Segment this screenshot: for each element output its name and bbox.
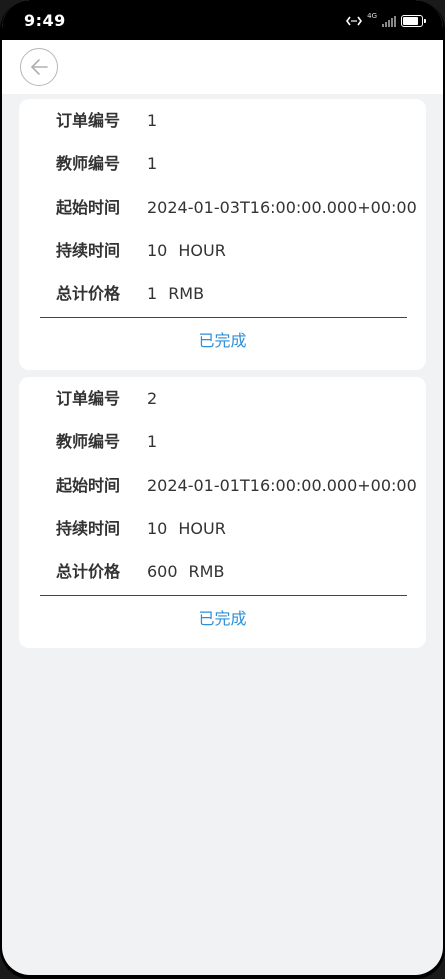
phone-frame: 9:49 4G 订单编号 1 教师编号 1 起始时间 2024-01-03T16…	[0, 0, 445, 979]
status-bar: 9:49 4G	[2, 0, 443, 40]
start-time-label: 起始时间	[56, 198, 121, 217]
duration-amount: 10	[147, 241, 168, 260]
order-id-label: 订单编号	[56, 389, 121, 408]
status-icons: 4G	[346, 12, 426, 30]
price-value: 600 RMB	[147, 557, 224, 587]
duration-value: 10 HOUR	[147, 514, 226, 544]
back-button[interactable]	[20, 48, 58, 86]
screen: 9:49 4G 订单编号 1 教师编号 1 起始时间 2024-01-03T16…	[2, 0, 443, 975]
price-unit: RMB	[188, 562, 225, 581]
price-value: 1 RMB	[147, 279, 204, 309]
duration-unit: HOUR	[178, 241, 226, 260]
price-unit: RMB	[168, 284, 205, 303]
teacher-id-value: 1	[147, 154, 158, 173]
price-label: 总计价格	[56, 562, 121, 581]
order-status-button[interactable]: 已完成	[19, 605, 426, 629]
order-card: 订单编号 1 教师编号 1 起始时间 2024-01-03T16:00:00.0…	[19, 99, 426, 370]
duration-amount: 10	[147, 519, 168, 538]
divider	[40, 317, 407, 318]
battery-level	[403, 17, 419, 25]
teacher-id-value: 1	[147, 432, 158, 451]
data-transfer-icon	[346, 16, 363, 26]
duration-label: 持续时间	[56, 241, 121, 260]
order-id-label: 订单编号	[56, 111, 121, 130]
signal-icon	[382, 15, 396, 27]
start-time-label: 起始时间	[56, 476, 121, 495]
teacher-id-label: 教师编号	[56, 432, 121, 451]
order-card: 订单编号 2 教师编号 1 起始时间 2024-01-01T16:00:00.0…	[19, 377, 426, 648]
network-type: 4G	[367, 12, 377, 20]
order-status-button[interactable]: 已完成	[19, 327, 426, 351]
start-time-value: 2024-01-03T16:00:00.000+00:00	[147, 198, 417, 217]
header	[2, 40, 443, 94]
duration-value: 10 HOUR	[147, 236, 226, 266]
teacher-id-label: 教师编号	[56, 154, 121, 173]
start-time-value: 2024-01-01T16:00:00.000+00:00	[147, 476, 417, 495]
duration-label: 持续时间	[56, 519, 121, 538]
order-id-value: 1	[147, 111, 158, 130]
order-id-value: 2	[147, 389, 158, 408]
duration-unit: HOUR	[178, 519, 226, 538]
battery-icon	[401, 15, 426, 27]
price-amount: 1	[147, 284, 158, 303]
arrow-left-circle-icon	[31, 59, 48, 75]
price-amount: 600	[147, 562, 178, 581]
status-time: 9:49	[24, 11, 66, 30]
price-label: 总计价格	[56, 284, 121, 303]
divider	[40, 595, 407, 596]
